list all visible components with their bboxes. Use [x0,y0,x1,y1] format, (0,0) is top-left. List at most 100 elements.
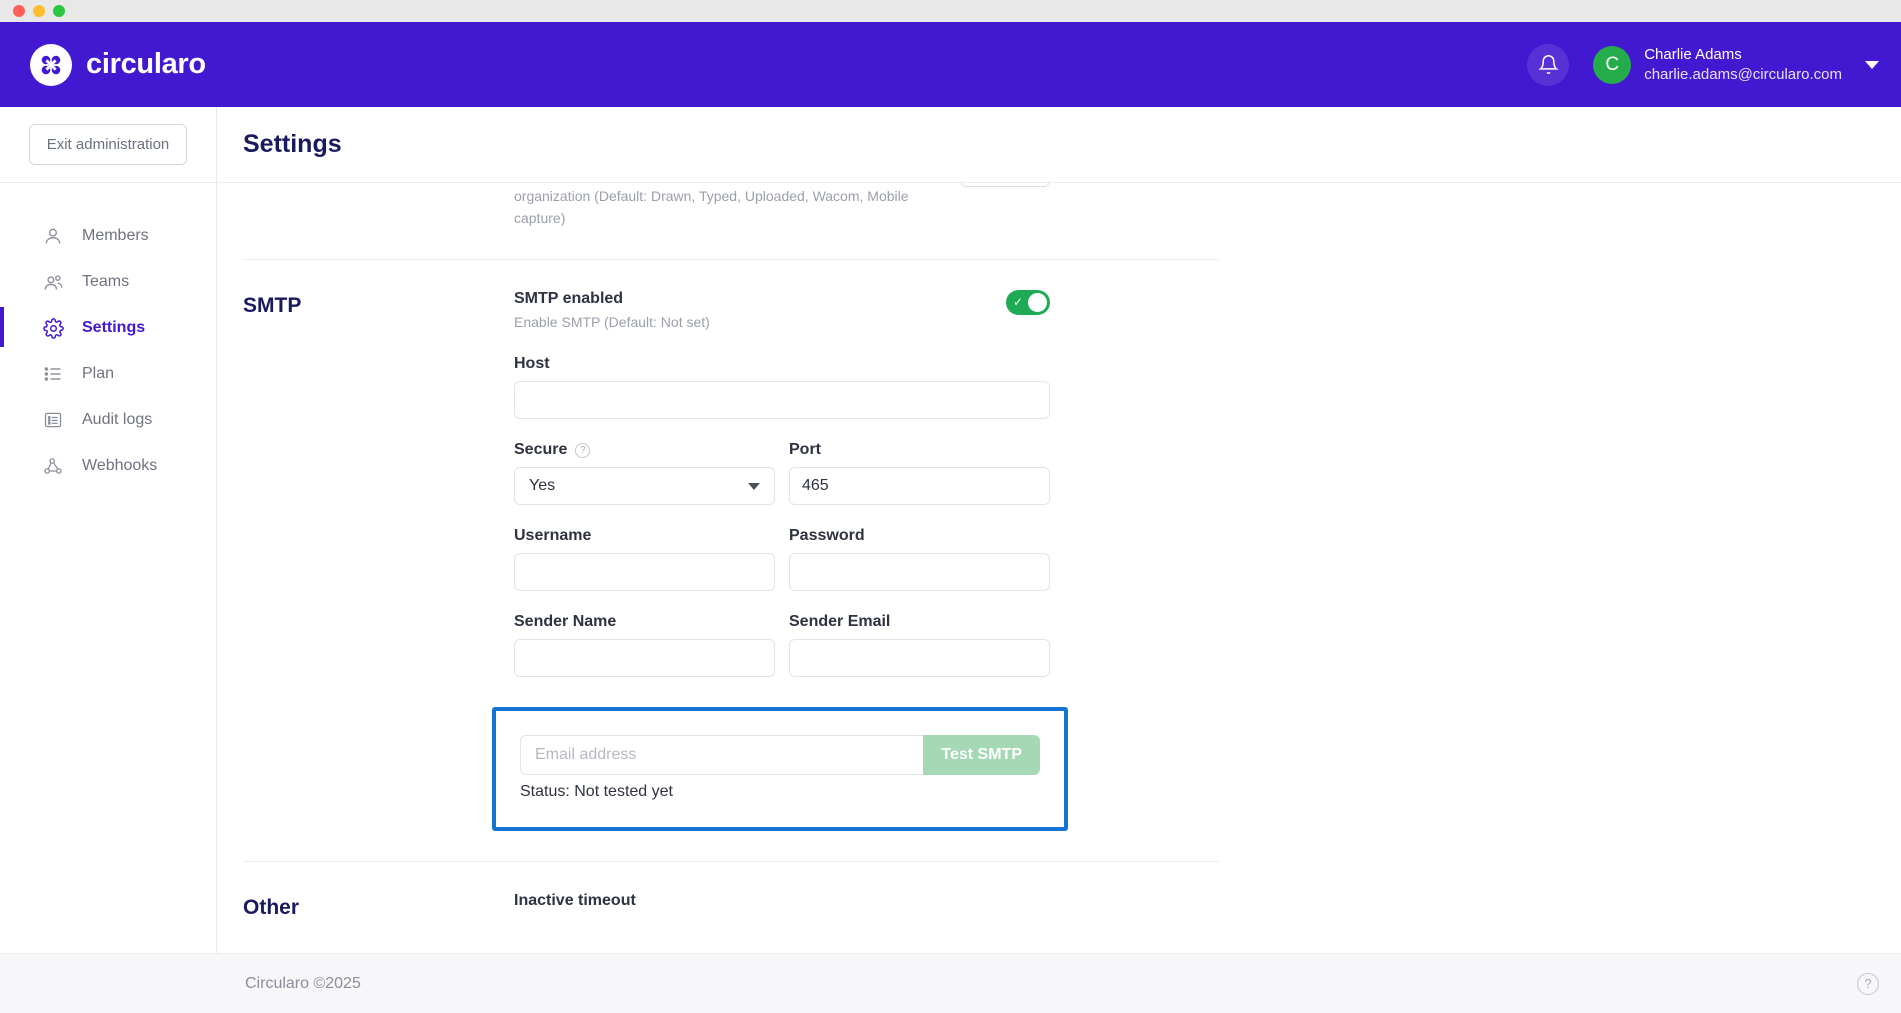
footer-copyright: Circularo ©2025 [245,974,361,992]
sidebar-item-teams[interactable]: Teams [0,259,216,305]
smtp-host-field: Host [514,355,1050,420]
other-section: Other Inactive timeout [243,892,1679,920]
smtp-secure-label-text: Secure [514,441,568,459]
users-icon [42,271,64,293]
sidebar-item-members[interactable]: Members [0,213,216,259]
signatures-section-label [243,183,514,229]
document-list-icon [42,409,64,431]
smtp-sender-name-input[interactable] [514,639,775,678]
allowed-signature-types-description: Select which methods of adding signature… [514,188,909,226]
smtp-credentials-row: Username Password [514,527,1050,592]
smtp-sender-name-field: Sender Name [514,613,775,678]
smtp-section-heading: SMTP [243,293,302,317]
smtp-username-label: Username [514,527,592,545]
other-section-heading: Other [243,896,300,920]
user-menu[interactable]: C Charlie Adams charlie.adams@circularo.… [1593,45,1879,85]
smtp-port-input[interactable] [789,467,1050,506]
user-info: Charlie Adams charlie.adams@circularo.co… [1644,45,1842,85]
sidebar-item-label: Members [82,227,149,244]
test-smtp-row: Test SMTP [520,735,1040,776]
app-body: Exit administration Members Teams Settin… [0,107,1901,1013]
circularo-pinwheel-logo [30,43,72,86]
page-title: Settings [243,130,342,158]
smtp-sender-email-field: Sender Email [789,613,1050,678]
signatures-section-body: Allowed types of signatures Select which… [514,183,1050,229]
settings-content: Allowed types of signatures Select which… [217,183,1901,920]
test-smtp-status: Status: Not tested yet [520,783,673,801]
gear-icon [42,317,64,339]
exit-administration-button[interactable]: Exit administration [28,124,188,165]
main-content: Settings Allowed types of signatures Sel… [217,107,1901,1013]
topbar-right-group: C Charlie Adams charlie.adams@circularo.… [1527,43,1879,86]
app-topbar: circularo C Charlie Adams charlie.adams@… [0,22,1901,107]
chevron-down-icon [748,482,760,490]
sidebar-item-webhooks[interactable]: Webhooks [0,443,216,489]
sidebar-nav: Members Teams Settings Plan Audit logs W… [0,183,216,489]
check-icon: ✓ [1013,295,1024,310]
smtp-password-label: Password [789,527,865,545]
window-minimize-button[interactable] [33,5,45,17]
sidebar-item-label: Webhooks [82,457,158,474]
smtp-password-input[interactable] [789,553,1050,592]
smtp-password-field: Password [789,527,1050,592]
sidebar-item-plan[interactable]: Plan [0,351,216,397]
brand-name: circularo [86,48,206,80]
smtp-sender-email-input[interactable] [789,639,1050,678]
app-footer: Circularo ©2025 ? [0,953,1901,1013]
window-close-button[interactable] [13,5,25,17]
smtp-sender-row: Sender Name Sender Email [514,613,1050,678]
notification-bell-button[interactable] [1527,43,1570,86]
toggle-knob [1028,292,1047,312]
question-mark-icon[interactable]: ? [575,442,591,458]
sidebar-item-label: Audit logs [82,411,153,428]
user-name: Charlie Adams [1644,45,1742,63]
smtp-username-input[interactable] [514,553,775,592]
smtp-section: SMTP SMTP enabled Enable SMTP (Default: … [243,289,1679,832]
sidebar-item-label: Settings [82,319,146,336]
section-divider [243,258,1219,260]
smtp-enabled-toggle[interactable]: ✓ [1006,289,1050,315]
smtp-enabled-description: Enable SMTP (Default: Not set) [514,313,710,330]
webhook-icon [42,455,64,477]
sidebar-item-label: Teams [82,273,130,290]
smtp-sender-email-label: Sender Email [789,613,891,631]
brand-logo[interactable]: circularo [30,43,206,86]
signatures-section: Allowed types of signatures Select which… [243,183,1679,229]
smtp-secure-value: Yes [529,477,556,495]
smtp-section-body: SMTP enabled Enable SMTP (Default: Not s… [492,289,1068,832]
user-email: charlie.adams@circularo.com [1644,65,1842,83]
sidebar: Exit administration Members Teams Settin… [0,107,217,1013]
smtp-enabled-title: SMTP enabled [514,289,624,307]
smtp-secure-field: Secure ? Yes [514,441,775,506]
section-divider [243,861,1219,863]
smtp-secure-select[interactable]: Yes [514,467,775,506]
smtp-sender-name-label: Sender Name [514,613,617,631]
settings-scroll-area[interactable]: Allowed types of signatures Select which… [217,183,1901,1013]
sidebar-item-settings[interactable]: Settings [0,305,216,351]
notification-bell-icon [1537,55,1559,74]
user-icon [42,225,64,247]
list-icon [42,363,64,385]
other-section-body: Inactive timeout [514,892,1050,920]
smtp-secure-port-row: Secure ? Yes Port [514,441,1050,506]
sidebar-item-audit-logs[interactable]: Audit logs [0,397,216,443]
smtp-port-field: Port [789,441,1050,506]
test-smtp-highlight-box: Test SMTP Status: Not tested yet [492,707,1068,832]
sidebar-item-label: Plan [82,365,115,382]
question-mark-icon[interactable]: ? [1857,972,1879,995]
test-smtp-button[interactable]: Test SMTP [923,735,1040,776]
window-zoom-button[interactable] [53,5,65,17]
allowed-signature-types-row: Allowed types of signatures Select which… [514,183,1050,229]
window-titlebar [0,0,1901,22]
page-header: Settings [217,107,1901,183]
select-signature-types-button[interactable]: Select [959,183,1050,187]
test-smtp-email-input[interactable] [520,735,924,776]
sidebar-header: Exit administration [0,107,216,183]
smtp-host-input[interactable] [514,381,1050,420]
smtp-enabled-row: SMTP enabled Enable SMTP (Default: Not s… [514,289,1050,333]
chevron-down-icon[interactable] [1865,60,1879,69]
avatar: C [1593,45,1632,84]
smtp-port-label: Port [789,441,821,459]
inactive-timeout-title: Inactive timeout [514,892,636,910]
smtp-host-label: Host [514,355,550,373]
